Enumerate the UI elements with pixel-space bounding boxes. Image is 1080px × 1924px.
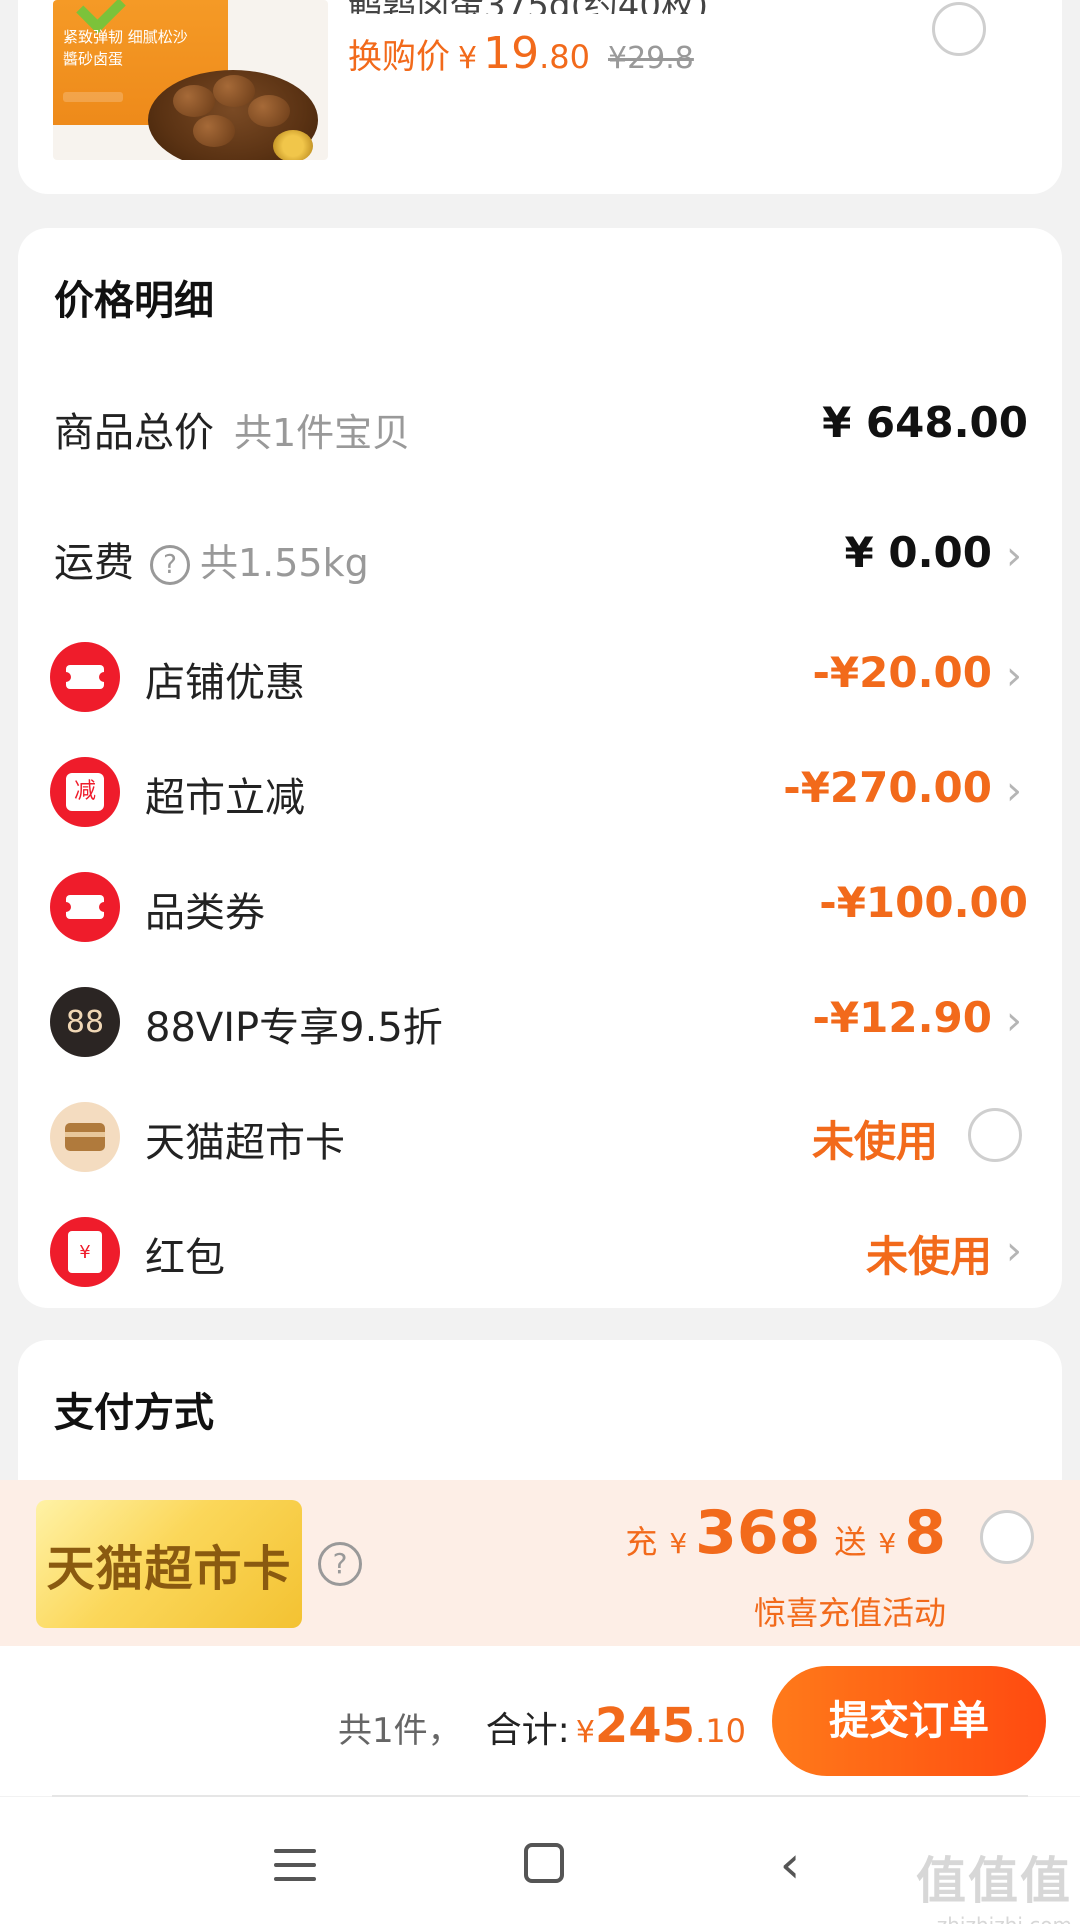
total-amount: 245 xyxy=(594,1698,696,1754)
row-red-envelope[interactable]: ¥ 红包 未使用 › xyxy=(18,1211,1062,1291)
chevron-right-icon: › xyxy=(1006,653,1022,699)
recharge-offer: 充 ¥ 368 送 ¥ 8 xyxy=(625,1498,946,1568)
tmall-card-status: 未使用 xyxy=(811,1117,938,1166)
help-icon[interactable]: ? xyxy=(318,1542,362,1586)
chevron-right-icon: › xyxy=(1006,1228,1022,1274)
recharge-banner: 天猫超市卡 ? 充 ¥ 368 送 ¥ 8 惊喜充值活动 xyxy=(0,1480,1080,1646)
product-select-radio[interactable] xyxy=(932,2,986,56)
tmall-card-badge: 天猫超市卡 xyxy=(36,1500,302,1628)
discount-icon: 减 xyxy=(50,757,120,827)
product-price: 换购价 ¥ 19 .80 ¥29.8 xyxy=(348,28,694,79)
row-tmall-card[interactable]: 天猫超市卡 未使用 xyxy=(18,1096,1062,1176)
row-shop-discount[interactable]: 店铺优惠 -¥20.00 › xyxy=(18,636,1062,716)
product-title: 鹌鹑卤蛋375g(约40枚) xyxy=(348,0,768,14)
item-count: 共1件宝贝 xyxy=(234,411,411,455)
help-icon[interactable]: ? xyxy=(150,545,190,585)
supermarket-discount-value: -¥270.00 xyxy=(783,763,992,812)
menu-icon[interactable] xyxy=(266,1835,326,1895)
promo-text: 惊喜充值活动 xyxy=(753,1594,946,1632)
original-price: ¥29.8 xyxy=(607,41,694,76)
submit-order-button[interactable]: 提交订单 xyxy=(772,1666,1046,1776)
chevron-right-icon: › xyxy=(1006,998,1022,1044)
recharge-radio[interactable] xyxy=(980,1510,1034,1564)
product-image-text: 紧致弹韧 细腻松沙 xyxy=(63,28,188,46)
submit-bar: 共1件， 合计: ¥ 245 .10 提交订单 xyxy=(0,1646,1080,1796)
payment-title: 支付方式 xyxy=(54,1390,214,1436)
row-supermarket-discount[interactable]: 减 超市立减 -¥270.00 › xyxy=(18,751,1062,831)
row-shipping[interactable]: 运费? 共1.55kg ¥ 0.00 › xyxy=(18,516,1062,596)
row-item-total: 商品总价 共1件宝贝 ¥ 648.00 xyxy=(54,398,1028,456)
item-total-value: ¥ 648.00 xyxy=(822,398,1028,447)
coupon-icon xyxy=(50,872,120,942)
price-detail-title: 价格明细 xyxy=(54,278,214,324)
shop-discount-value: -¥20.00 xyxy=(812,648,992,697)
system-nav-bar: ‹ 值值值 zhizhizhi.com xyxy=(0,1797,1080,1924)
tmall-card-radio[interactable] xyxy=(968,1108,1022,1162)
product-image-text: 醬砂卤蛋 xyxy=(63,50,124,68)
card-icon xyxy=(50,1102,120,1172)
back-icon[interactable]: ‹ xyxy=(760,1835,820,1895)
order-summary: 共1件， 合计: ¥ 245 .10 xyxy=(338,1698,746,1754)
vip88-icon: 88 xyxy=(50,987,120,1057)
row-88vip[interactable]: 88 88VIP专享9.5折 -¥12.90 › xyxy=(18,981,1062,1061)
product-image[interactable]: 紧致弹韧 细腻松沙 醬砂卤蛋 xyxy=(53,0,328,160)
vip-discount-value: -¥12.90 xyxy=(812,993,992,1042)
row-category-coupon: 品类券 -¥100.00 xyxy=(18,866,1062,946)
red-envelope-status: 未使用 xyxy=(865,1232,992,1281)
watermark: 值值值 zhizhizhi.com xyxy=(916,1852,1072,1924)
product-card: 紧致弹韧 细腻松沙 醬砂卤蛋 鹌鹑卤蛋375g(约40枚) 换购价 ¥ 19 .… xyxy=(18,0,1062,194)
category-coupon-value: -¥100.00 xyxy=(819,878,1028,927)
shipping-weight: 共1.55kg xyxy=(200,541,369,585)
coupon-icon xyxy=(50,642,120,712)
chevron-right-icon: › xyxy=(1006,768,1022,814)
red-envelope-icon: ¥ xyxy=(50,1217,120,1287)
price-detail-card: 价格明细 商品总价 共1件宝贝 ¥ 648.00 运费? 共1.55kg ¥ 0.0… xyxy=(18,228,1062,1308)
chevron-right-icon: › xyxy=(1006,533,1022,579)
home-icon[interactable] xyxy=(516,1835,576,1895)
shipping-value: ¥ 0.00 xyxy=(844,528,992,577)
